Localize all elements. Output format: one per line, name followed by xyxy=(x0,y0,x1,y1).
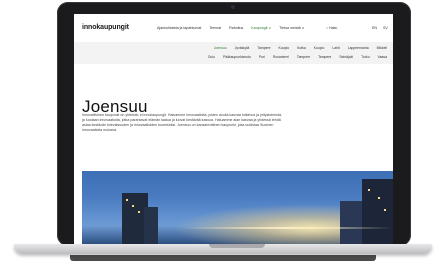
city-link[interactable]: Vaasa xyxy=(378,55,387,59)
city-link[interactable]: Lappeenranta xyxy=(348,46,369,50)
city-link[interactable]: Kotka xyxy=(297,46,306,50)
city-link[interactable]: Lahti xyxy=(332,46,339,50)
nav-item-news-events[interactable]: Ajankohtaista ja tapahtumat xyxy=(157,26,201,30)
city-submenu: Joensuu Jyväskylä Tampere Kuopio Kotka K… xyxy=(74,42,393,64)
city-night-photo xyxy=(82,171,393,244)
photo-window xyxy=(138,211,140,213)
photo-building xyxy=(362,179,393,244)
language-sv[interactable]: SV xyxy=(383,26,388,30)
nav-item-funding[interactable]: Rahoitus xyxy=(229,26,243,30)
nav-item-themes[interactable]: Teemat xyxy=(209,26,221,30)
browser-screen: innokaupungit Ajankohtaista ja tapahtuma… xyxy=(74,14,393,244)
search-link[interactable]: ⌕ Haku xyxy=(326,26,337,30)
site-logo[interactable]: innokaupungit xyxy=(82,24,129,31)
camera-icon xyxy=(231,5,235,9)
laptop-notch xyxy=(209,244,265,248)
city-link[interactable]: Pori xyxy=(259,55,265,59)
city-link[interactable]: Seinäjoki xyxy=(339,55,353,59)
city-link[interactable]: Mikkeli xyxy=(377,46,387,50)
city-link[interactable]: Tampere xyxy=(257,46,270,50)
laptop-base xyxy=(14,244,432,254)
city-link[interactable]: Joensuu xyxy=(214,46,227,50)
photo-window xyxy=(384,209,386,211)
city-link[interactable]: Tampere xyxy=(297,55,310,59)
city-link[interactable]: Pääkaupunkiseutu xyxy=(223,55,251,59)
city-link[interactable]: Turku xyxy=(361,55,370,59)
city-row-2: Oulu Pääkaupunkiseutu Pori Rovaniemi Tam… xyxy=(200,55,387,59)
city-link[interactable]: Jyväskylä xyxy=(235,46,250,50)
top-navigation: Ajankohtaista ja tapahtumat Teemat Rahoi… xyxy=(157,26,312,30)
city-link[interactable]: Kuopio xyxy=(279,46,290,50)
city-row-1: Joensuu Jyväskylä Tampere Kuopio Kotka K… xyxy=(206,46,387,50)
city-link[interactable]: Tampere xyxy=(318,55,331,59)
city-link[interactable]: Kuopio xyxy=(314,46,325,50)
photo-window xyxy=(126,199,128,201)
city-link[interactable]: Oulu xyxy=(208,55,215,59)
language-en[interactable]: EN xyxy=(372,26,377,30)
city-link[interactable]: Rovaniemi xyxy=(273,55,289,59)
photo-window xyxy=(368,189,370,191)
photo-building xyxy=(340,201,362,244)
photo-window xyxy=(132,205,134,207)
intro-paragraph: Innovatiivinen kaupunki on yhteistä; ei … xyxy=(82,112,282,133)
laptop-shadow xyxy=(70,255,376,261)
photo-building xyxy=(144,207,158,244)
nav-item-cities[interactable]: Kaupungit ∨ xyxy=(251,26,271,30)
photo-light-trail xyxy=(182,227,392,229)
photo-window xyxy=(378,197,380,199)
nav-item-about[interactable]: Tietoa meistä ∨ xyxy=(279,26,304,30)
